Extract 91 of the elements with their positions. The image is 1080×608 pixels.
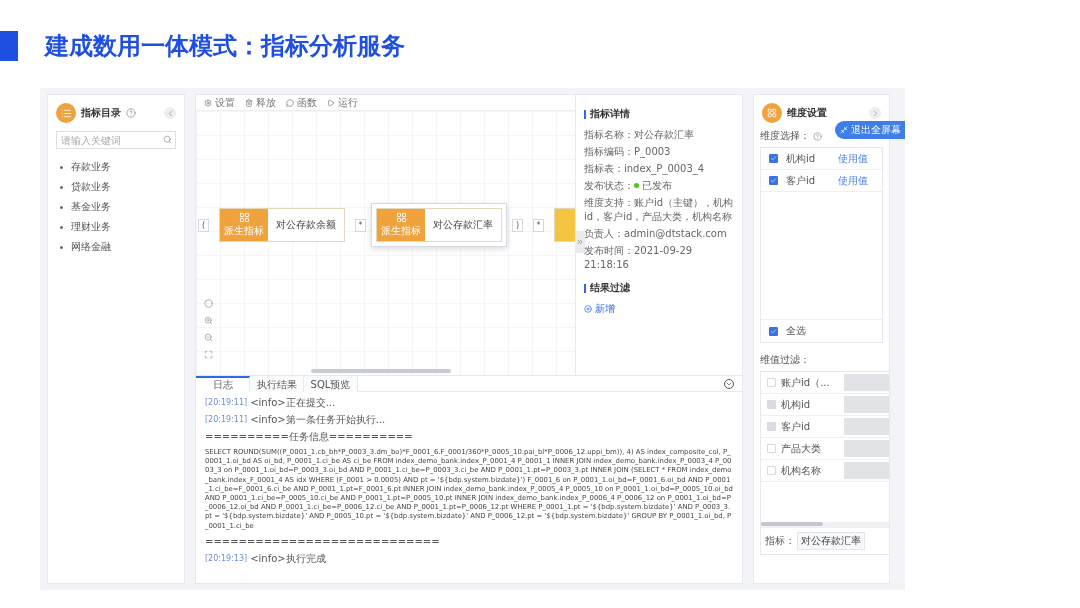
grid-icon: [395, 212, 407, 223]
value-field[interactable]: [844, 418, 889, 435]
zoom-in-icon[interactable]: [204, 316, 213, 325]
log-time: [20:19:11]: [205, 397, 248, 409]
toolbar-button[interactable]: 运行: [327, 95, 358, 110]
checkbox[interactable]: [769, 326, 778, 336]
bullet-icon: [60, 225, 63, 229]
log-message: ============================: [205, 535, 440, 548]
node-label: 对公存款汇率: [432, 218, 494, 232]
operator-token[interactable]: *: [533, 218, 544, 232]
play-icon: [327, 98, 335, 107]
minimize-icon: [840, 126, 848, 134]
dimension-name: 账户id（...: [781, 375, 831, 390]
log-message: <info>执行完成: [250, 552, 326, 565]
zoom-out-icon[interactable]: [204, 333, 213, 342]
detail-field: 指标名称：对公存款汇率: [584, 128, 734, 142]
toolbar-button[interactable]: 释放: [245, 95, 276, 110]
value-field[interactable]: [844, 374, 889, 391]
detail-field: 发布状态： 已发布: [584, 179, 734, 193]
detail-field: 负责人：admin@dtstack.com: [584, 227, 734, 241]
bullet-icon: [60, 245, 63, 249]
dimension-name: 客户id: [786, 173, 817, 188]
collapse-button[interactable]: [869, 107, 881, 119]
section-marker: [584, 109, 586, 119]
operator-token[interactable]: (: [198, 218, 209, 232]
search-icon: [163, 135, 172, 144]
panel-title: 维度设置: [787, 106, 827, 120]
section-title: 指标详情: [590, 107, 630, 121]
exit-fullscreen-button[interactable]: 退出全屏幕: [835, 121, 905, 139]
grid-icon: [238, 212, 250, 223]
help-icon: [126, 108, 136, 118]
catalog-item[interactable]: 网络金融: [71, 240, 111, 254]
list-icon: [56, 103, 76, 123]
toolbar-button[interactable]: 设置: [204, 95, 235, 110]
catalog-item[interactable]: 存款业务: [71, 160, 111, 174]
double-chevron-icon: [576, 238, 584, 246]
bubble-icon: [286, 98, 294, 107]
log-time: [20:19:13]: [205, 552, 248, 565]
field-label: 维度选择：: [760, 129, 810, 143]
toolbar-button[interactable]: 函数: [286, 95, 317, 110]
operator-token[interactable]: ): [512, 218, 523, 232]
log-message: <info>正在提交...: [250, 397, 336, 409]
value-field[interactable]: [844, 440, 889, 457]
fit-icon[interactable]: [204, 350, 213, 359]
dimension-name: 机构id: [781, 397, 812, 412]
checkbox[interactable]: [769, 154, 778, 163]
add-link[interactable]: 新增: [584, 302, 734, 316]
detail-field: 指标编码：P_0003: [584, 145, 734, 159]
detail-field: 指标表：index_P_0003_4: [584, 162, 734, 176]
dimension-name: 产品大类: [781, 441, 822, 456]
panel-title: 指标目录: [81, 106, 121, 120]
bullet-icon: [60, 205, 63, 209]
log-message: <info>第一条任务开始执行...: [250, 414, 386, 426]
plus-circle-icon: [584, 305, 592, 313]
log-time: [20:19:11]: [205, 414, 248, 426]
slide-title: 建成数用一体模式：指标分析服务: [45, 31, 405, 62]
value-field[interactable]: [844, 462, 889, 479]
help-icon: [813, 131, 822, 141]
catalog-item[interactable]: 贷款业务: [71, 180, 111, 194]
scrollbar[interactable]: [761, 522, 823, 526]
dimension-name: 客户id: [781, 419, 812, 434]
bullet-icon: [60, 185, 63, 189]
accent-bar: [0, 31, 18, 61]
field-label: 维值过滤：: [760, 353, 810, 367]
trash-icon: [245, 98, 253, 107]
log-message: ==========任务信息==========: [205, 431, 413, 443]
use-value-link[interactable]: 使用值: [838, 173, 868, 188]
collapse-button[interactable]: [164, 107, 176, 119]
metric-node[interactable]: 派生指标 对公存款汇率: [376, 208, 502, 242]
node-label: 对公存款余额: [275, 218, 337, 232]
operator-token[interactable]: *: [355, 218, 366, 232]
metric-tag: 对公存款汇率: [797, 532, 865, 550]
bullet-icon: [60, 165, 63, 169]
section-title: 结果过滤: [590, 281, 630, 295]
section-marker: [584, 283, 586, 293]
checkbox[interactable]: [769, 176, 778, 185]
metric-node[interactable]: 派生指标 对公存款余额: [219, 208, 345, 242]
circle-icon[interactable]: [204, 299, 213, 308]
use-value-link[interactable]: 使用值: [838, 151, 868, 166]
gear-icon: [204, 98, 212, 107]
catalog-item[interactable]: 基金业务: [71, 200, 111, 214]
dimension-name: 机构id: [786, 151, 817, 166]
scrollbar[interactable]: [311, 369, 451, 373]
expand-button[interactable]: [575, 231, 585, 253]
catalog-item[interactable]: 理财业务: [71, 220, 111, 234]
detail-field: 发布时间：2021-09-29 21:18:16: [584, 244, 734, 272]
dimension-name: 机构名称: [781, 463, 822, 478]
value-field[interactable]: [844, 396, 889, 413]
field-label: 指标：: [765, 534, 795, 548]
checkbox-label: 全选: [786, 324, 807, 338]
search-field[interactable]: 请输入关键词: [56, 131, 176, 149]
